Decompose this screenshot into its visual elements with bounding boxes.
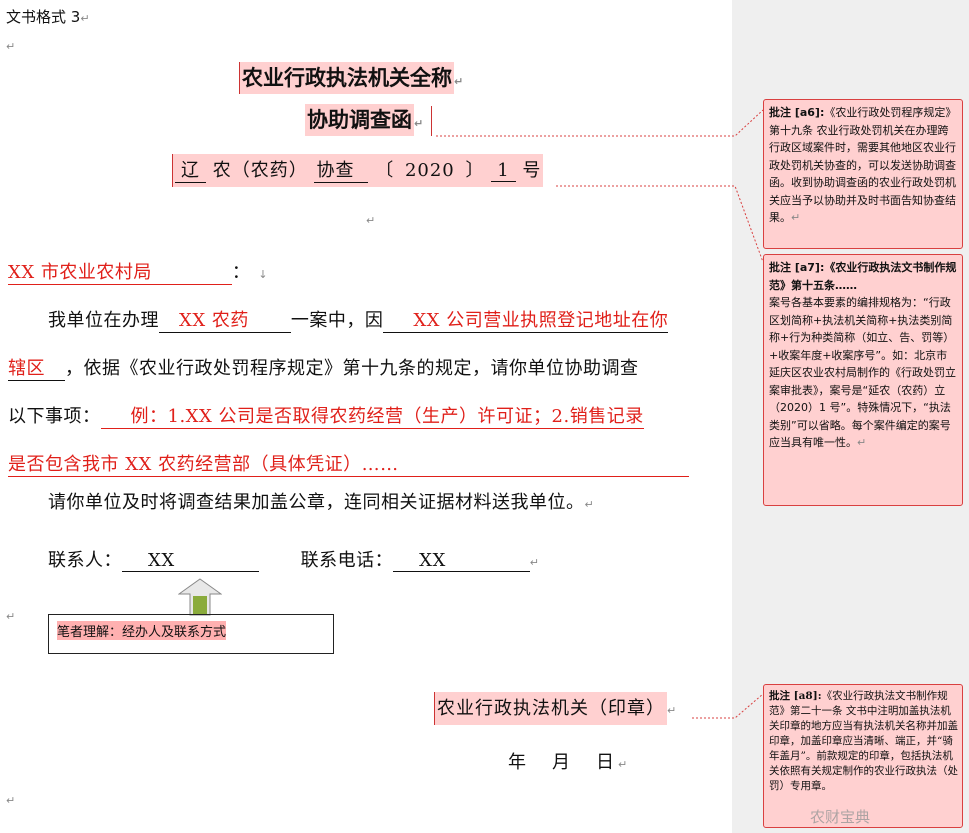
watermark: 农财宝典 — [810, 808, 871, 826]
para1-line1: 我单位在办理 XX 农药 一案中，因 XX 公司营业执照登记地址在你 — [48, 306, 669, 333]
paragraph-mark: ↵ — [6, 610, 16, 623]
para1-line4: 是否包含我市 XX 农药经营部（具体凭证）…… — [8, 450, 689, 477]
comment-a6[interactable]: 批注 [a6]:《农业行政处罚程序规定》第十九条 农业行政处罚机关在办理跨行政区… — [763, 99, 963, 249]
recipient-line[interactable]: XX 市农业农村局： ↓ — [8, 258, 268, 285]
comment-a7[interactable]: 批注 [a7]:《农业行政执法文书制作规范》第十五条…… 案号各基本要素的编排规… — [763, 254, 963, 506]
contact-line: 联系人： XX 联系电话： XX ↵ — [48, 550, 540, 572]
para1-line3: 以下事项： 例：1.XX 公司是否取得农药经营（生产）许可证；2.销售记录 — [8, 402, 644, 429]
para1-line2: 辖区 ，依据《农业行政处罚程序规定》第十九条的规定，请你单位协助调查 — [8, 354, 639, 381]
paragraph-mark: ↵ — [6, 40, 16, 53]
document-page: 文书格式 3↵ ↵ 农业行政执法机关全称 ↵ 协助调查函 ↵ 辽 农（农药） 协查 … — [0, 0, 732, 833]
doc-title-line2[interactable]: 协助调查函 ↵ — [305, 104, 433, 136]
seal-line[interactable]: 农业行政执法机关（印章） ↵ — [434, 692, 677, 725]
doc-title-line1[interactable]: 农业行政执法机关全称 ↵ — [239, 62, 463, 94]
doc-number[interactable]: 辽 农（农药） 协查 〔 2020 〕 1 号 — [172, 154, 544, 187]
up-arrow-icon — [178, 578, 222, 616]
annotation-box: 笔者理解：经办人及联系方式 — [48, 614, 334, 654]
paragraph-mark: ↵ — [366, 214, 376, 227]
annotation-text: 笔者理解：经办人及联系方式 — [57, 621, 227, 640]
header-label: 文书格式 3↵ — [6, 8, 90, 26]
paragraph-mark: ↵ — [6, 794, 16, 807]
date-line: 年 月 日↵ — [508, 752, 632, 773]
para2: 请你单位及时将调查结果加盖公章，连同相关证据材料送我单位。↵ — [48, 492, 595, 513]
